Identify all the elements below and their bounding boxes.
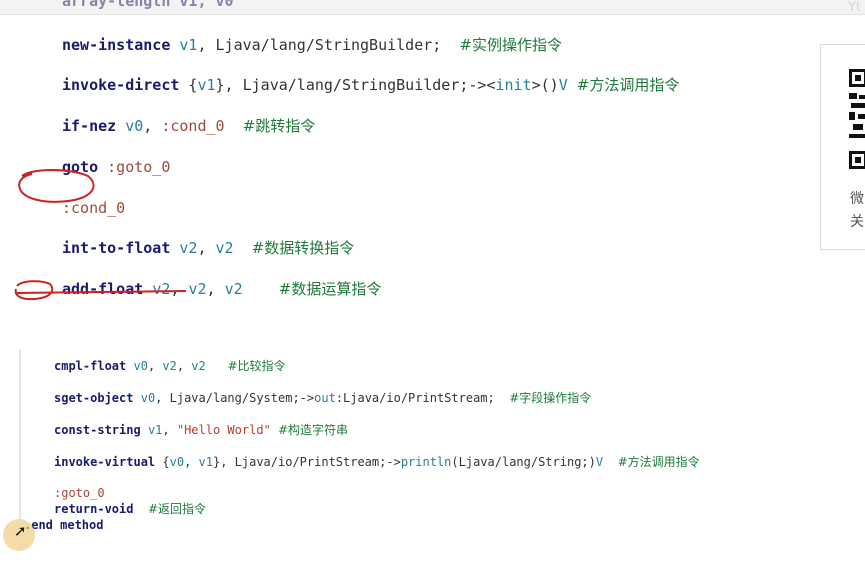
code-token-reg: v2 bbox=[215, 239, 234, 257]
code-token-comment: #字段操作指令 bbox=[509, 391, 592, 405]
code-token-str: "Hello World" bbox=[176, 423, 271, 437]
code-line-add-float: add-float v2, v2, v2 #数据运算指令 bbox=[62, 280, 381, 298]
code-token-reg: v2 bbox=[224, 280, 243, 298]
code-line-cond-label: :cond_0 bbox=[62, 199, 125, 217]
code-token-kw: add-float bbox=[62, 280, 144, 298]
code-token-plain: { bbox=[155, 455, 170, 469]
partial-top-line: array-length v1, v0 bbox=[62, 0, 234, 10]
code-token-reg: v0 bbox=[125, 117, 144, 135]
code-token-kw: const-string bbox=[54, 423, 141, 437]
code-token-comment: #数据转换指令 bbox=[251, 239, 355, 257]
code-token-label: :goto_0 bbox=[54, 486, 105, 500]
code-token-kw: invoke-virtual bbox=[54, 455, 156, 469]
code-token-reg: v0 bbox=[133, 359, 148, 373]
code-token-kw: int-to-float bbox=[62, 239, 171, 257]
code-token-comment: #数据运算指令 bbox=[278, 280, 382, 298]
code-line-int-to-float: int-to-float v2, v2 #数据转换指令 bbox=[62, 239, 354, 257]
code-token-reg: v2 bbox=[188, 280, 207, 298]
code-token-plain: (Ljava/lang/String;) bbox=[451, 455, 596, 469]
code-token-comment: #跳转指令 bbox=[242, 117, 316, 135]
side-panel-text-1: 微 bbox=[850, 191, 864, 207]
qr-code-icon bbox=[849, 69, 865, 169]
code-token-kw: new-instance bbox=[62, 36, 171, 54]
code-line-goto: goto :goto_0 bbox=[62, 158, 170, 176]
code-token-label: :goto_0 bbox=[107, 158, 171, 176]
side-qr-panel[interactable]: 微 关 bbox=[820, 44, 865, 250]
code-token-reg: v1 bbox=[147, 423, 163, 437]
code-token-kw: if-nez bbox=[62, 117, 117, 135]
code-token-reg: v2 bbox=[162, 359, 177, 373]
code-token-comment: #返回指令 bbox=[147, 502, 206, 516]
code-line-invoke-virtual: invoke-virtual {v0, v1}, Ljava/io/PrintS… bbox=[54, 455, 700, 469]
code-token-label: :cond_0 bbox=[62, 199, 126, 217]
code-line-sget-object: sget-object v0, Ljava/lang/System;->out:… bbox=[54, 391, 591, 405]
code-token-plain: , bbox=[184, 455, 199, 469]
code-token-label: :cond_0 bbox=[161, 117, 225, 135]
mouse-cursor-icon: ➚ bbox=[14, 522, 27, 540]
code-gutter-bar bbox=[19, 349, 21, 519]
code-token-reg: v2 bbox=[191, 359, 206, 373]
code-token-reg: v1 bbox=[179, 36, 198, 54]
code-token-plain: >() bbox=[531, 76, 559, 94]
code-token-kw: invoke-direct bbox=[62, 76, 180, 94]
code-token-kw: return-void bbox=[54, 502, 134, 516]
code-line-new-instance: new-instance v1, Ljava/lang/StringBuilde… bbox=[62, 36, 562, 54]
code-line-const-string: const-string v1, "Hello World" #构造字符串 bbox=[54, 423, 348, 437]
code-line-cmpl-float: cmpl-float v0, v2, v2 #比较指令 bbox=[54, 359, 286, 373]
code-token-reg: V bbox=[558, 76, 568, 94]
corner-watermark: Yt bbox=[847, 0, 861, 15]
code-token-reg: v2 bbox=[152, 280, 171, 298]
code-token-kw: sget-object bbox=[54, 391, 134, 405]
code-token-plain: , Ljava/lang/System;-> bbox=[155, 391, 315, 405]
code-token-plain: }, Ljava/lang/StringBuilder;->< bbox=[215, 76, 496, 94]
code-token-plain: :Ljava/io/PrintStream; bbox=[335, 391, 510, 405]
code-token-reg: init bbox=[495, 76, 532, 94]
code-token-comment: #方法调用指令 bbox=[617, 455, 700, 469]
code-token-kw: .end method bbox=[24, 518, 104, 532]
code-token-reg: println bbox=[400, 455, 452, 469]
code-token-plain: , bbox=[176, 359, 192, 373]
code-line-end-method: .end method bbox=[24, 518, 103, 532]
code-token-comment: #实例操作指令 bbox=[459, 36, 562, 54]
code-token-reg: v0 bbox=[140, 391, 156, 405]
annotation-circle-add-float bbox=[14, 280, 54, 301]
code-token-reg: v1 bbox=[198, 455, 213, 469]
code-token-plain: , bbox=[170, 280, 189, 298]
code-token-kw: goto bbox=[62, 158, 99, 176]
code-token-plain: }, Ljava/io/PrintStream;-> bbox=[212, 455, 401, 469]
code-token-plain: , bbox=[162, 423, 177, 437]
code-line-return-void: return-void #返回指令 bbox=[54, 502, 206, 516]
code-token-plain: , bbox=[206, 280, 225, 298]
code-token-plain: , bbox=[147, 359, 163, 373]
code-token-plain: , bbox=[143, 117, 162, 135]
code-token-reg: v0 bbox=[169, 455, 185, 469]
code-line-goto-label: :goto_0 bbox=[54, 486, 105, 500]
code-token-comment: #比较指令 bbox=[227, 359, 286, 373]
code-token-comment: #方法调用指令 bbox=[576, 76, 680, 94]
code-line-invoke-direct: invoke-direct {v1}, Ljava/lang/StringBui… bbox=[62, 76, 679, 94]
code-token-plain: { bbox=[179, 76, 198, 94]
code-token-reg: v1 bbox=[197, 76, 216, 94]
code-token-reg: v2 bbox=[179, 239, 198, 257]
code-token-plain: , bbox=[197, 239, 216, 257]
side-panel-text-2: 关 bbox=[850, 214, 864, 230]
code-token-kw: cmpl-float bbox=[54, 359, 127, 373]
code-token-comment: #构造字符串 bbox=[278, 423, 349, 437]
code-token-plain: , Ljava/lang/StringBuilder; bbox=[197, 36, 460, 54]
code-line-if-nez: if-nez v0, :cond_0 #跳转指令 bbox=[62, 117, 315, 135]
code-token-reg: out bbox=[314, 391, 336, 405]
